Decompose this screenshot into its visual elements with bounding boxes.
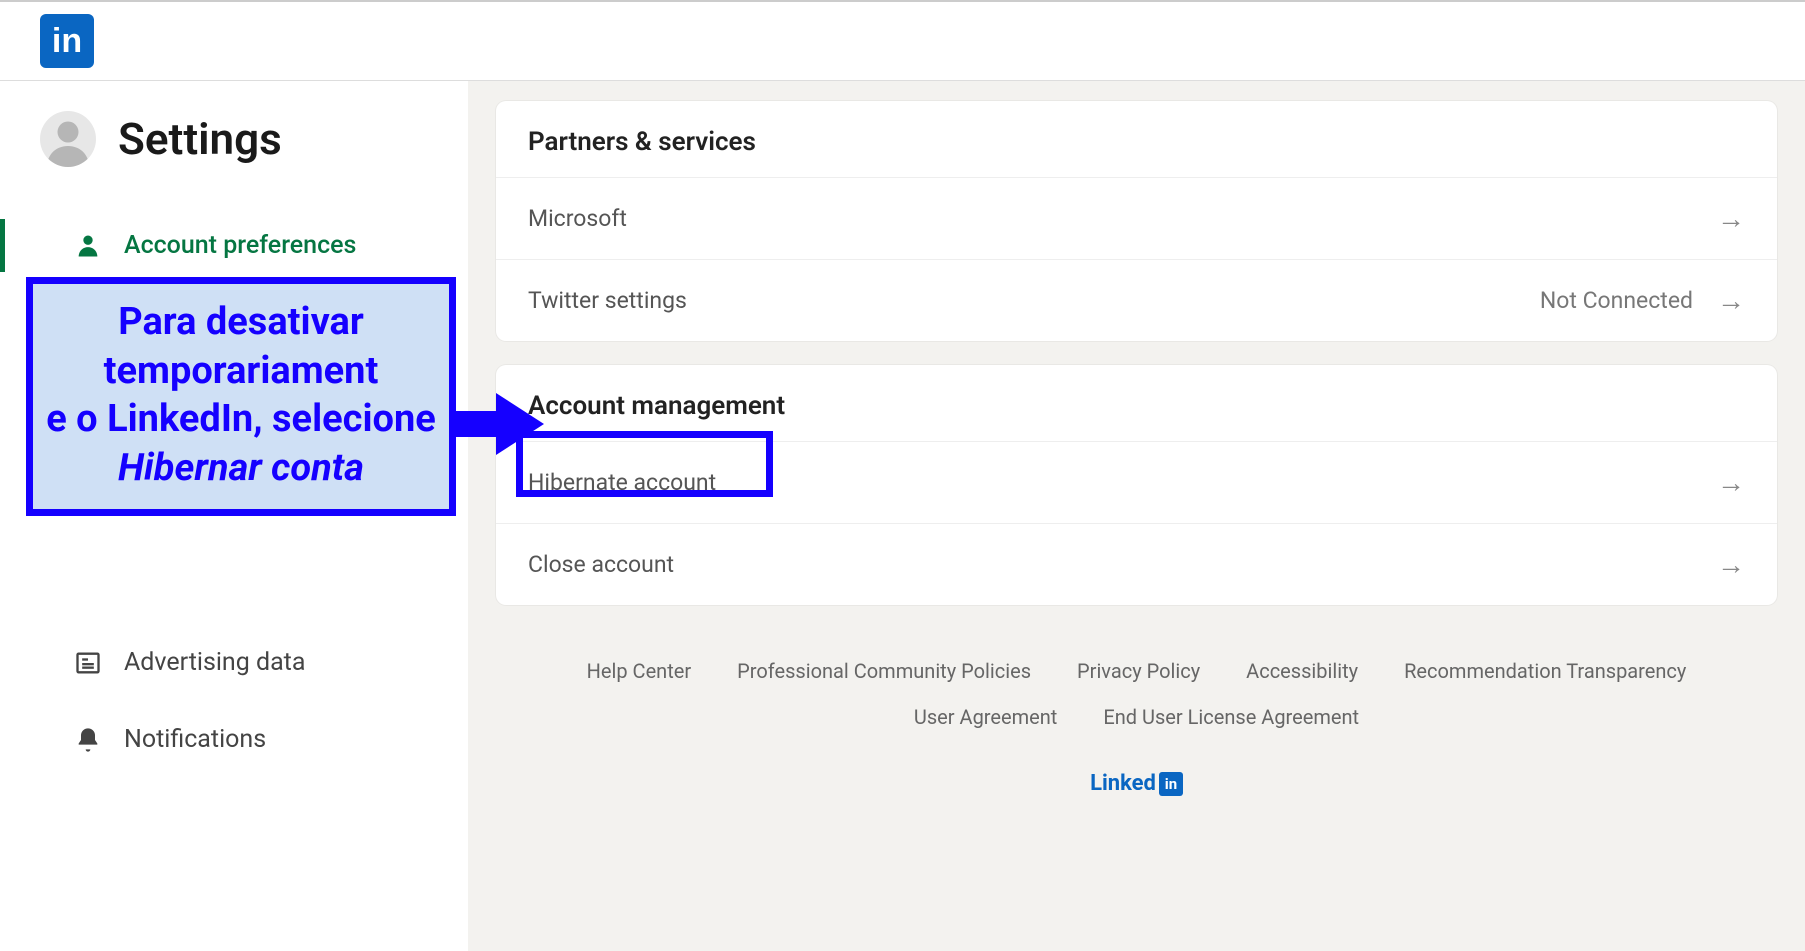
sidebar-item-label: Account preferences — [124, 231, 356, 260]
sidebar-item-label: Advertising data — [124, 648, 305, 677]
footer-link-help-center[interactable]: Help Center — [587, 659, 692, 683]
section-title: Partners & services — [496, 127, 1777, 177]
sidebar-item-account-preferences[interactable]: Account preferences — [0, 207, 468, 284]
row-label: Twitter settings — [528, 287, 687, 314]
annotation-line2: e o LinkedIn, selecione — [46, 397, 436, 441]
row-value: Not Connected — [1540, 287, 1693, 314]
chevron-right-icon: → — [1717, 284, 1745, 317]
section-account-management: Account management Hibernate account → C… — [496, 365, 1777, 605]
chevron-right-icon: → — [1717, 466, 1745, 499]
page-title: Settings — [118, 113, 282, 165]
linkedin-logo[interactable]: in — [40, 14, 94, 68]
footer-link-community-policies[interactable]: Professional Community Policies — [737, 659, 1031, 683]
sidebar: Settings Account preferences Para desati… — [0, 81, 468, 951]
footer-logo-box: in — [1159, 772, 1183, 796]
section-title: Account management — [496, 391, 1777, 441]
section-partners-services: Partners & services Microsoft → Twitter … — [496, 101, 1777, 341]
footer-links: Help Center Professional Community Polic… — [516, 659, 1757, 683]
main-content: Partners & services Microsoft → Twitter … — [468, 81, 1805, 951]
footer-link-privacy-policy[interactable]: Privacy Policy — [1077, 659, 1200, 683]
footer-link-user-agreement[interactable]: User Agreement — [914, 705, 1057, 729]
row-microsoft[interactable]: Microsoft → — [496, 177, 1777, 259]
row-label: Microsoft — [528, 205, 627, 232]
footer-link-accessibility[interactable]: Accessibility — [1246, 659, 1358, 683]
layout: Settings Account preferences Para desati… — [0, 81, 1805, 951]
row-label: Hibernate account — [528, 469, 716, 496]
news-icon — [74, 649, 102, 677]
bell-icon — [74, 726, 102, 754]
footer: Help Center Professional Community Polic… — [496, 629, 1777, 796]
avatar[interactable] — [40, 111, 96, 167]
footer-link-recommendation-transparency[interactable]: Recommendation Transparency — [1404, 659, 1686, 683]
footer-logo-text: Linked — [1090, 771, 1156, 796]
footer-link-eula[interactable]: End User License Agreement — [1103, 705, 1359, 729]
row-close-account[interactable]: Close account → — [496, 523, 1777, 605]
row-hibernate-account[interactable]: Hibernate account → — [496, 441, 1777, 523]
chevron-right-icon: → — [1717, 548, 1745, 581]
chevron-right-icon: → — [1717, 202, 1745, 235]
row-label: Close account — [528, 551, 674, 578]
annotation-text: Para desativar temporariament e o Linked… — [43, 298, 439, 493]
row-twitter-settings[interactable]: Twitter settings Not Connected → — [496, 259, 1777, 341]
sidebar-item-advertising-data[interactable]: Advertising data — [0, 624, 468, 701]
annotation-line3: Hibernar conta — [118, 446, 364, 490]
sidebar-item-label: Notifications — [124, 725, 266, 754]
annotation-line1: Para desativar temporariament — [104, 300, 379, 393]
sidebar-item-notifications[interactable]: Notifications — [0, 701, 468, 778]
footer-links-row2: User Agreement End User License Agreemen… — [516, 705, 1757, 729]
annotation-arrow-icon — [456, 389, 546, 463]
topbar: in — [0, 0, 1805, 81]
annotation-callout: Para desativar temporariament e o Linked… — [26, 277, 456, 516]
footer-linkedin-logo[interactable]: Linkedin — [1090, 771, 1183, 796]
settings-header: Settings — [0, 111, 468, 207]
person-icon — [74, 232, 102, 260]
